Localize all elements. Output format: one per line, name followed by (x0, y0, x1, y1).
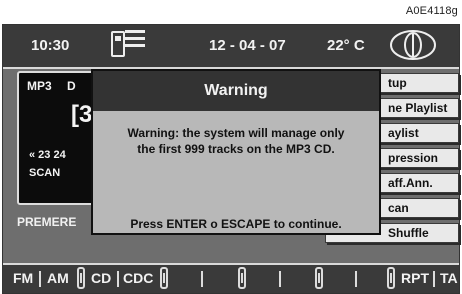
divider (355, 271, 357, 287)
source-am-button[interactable]: AM (47, 270, 69, 286)
dialog-message-line-1: Warning: the system will manage only (127, 126, 345, 140)
slot-icon (315, 267, 323, 289)
date-display: 12 - 04 - 07 (209, 37, 286, 54)
source-fm-button[interactable]: FM (13, 270, 33, 286)
source-cd-button[interactable]: CD (91, 270, 111, 286)
track-position: « 23 24 (29, 149, 66, 161)
divider (117, 271, 119, 287)
dialog-instruction: Press ENTER o ESCAPE to continue. (130, 217, 342, 231)
traffic-announce-button[interactable]: TA (440, 270, 458, 286)
clock: 10:30 (31, 37, 70, 54)
divider (201, 271, 203, 287)
format-label: MP3 (27, 79, 52, 93)
slot-icon (387, 267, 395, 289)
scan-status: SCAN (29, 167, 61, 179)
premere-label: PREMERE (17, 215, 77, 229)
track-number: [3 (71, 101, 93, 128)
source-cdc-button[interactable]: CDC (123, 270, 153, 286)
figure-reference: A0E4118g (405, 5, 458, 17)
temperature-display: 22° C (327, 37, 365, 54)
phone-icon (111, 31, 125, 57)
divider (279, 271, 281, 287)
slot-icon (77, 267, 85, 289)
fax-icon (125, 30, 145, 54)
dialog-title: Warning (93, 71, 379, 111)
repeat-button[interactable]: RPT (401, 270, 429, 286)
disc-label: D (67, 79, 76, 93)
divider (39, 271, 41, 287)
warning-dialog: Warning Warning: the system will manage … (91, 69, 381, 235)
slot-icon (160, 267, 168, 289)
dialog-message-line-2: the first 999 tracks on the MP3 CD. (137, 142, 335, 156)
source-bar: FM AM CD CDC RPT TA (3, 263, 459, 293)
brand-logo-icon (390, 30, 436, 60)
radio-display: 10:30 12 - 04 - 07 22° C MP3 D [3 « 23 2… (2, 24, 460, 294)
status-bar: 10:30 12 - 04 - 07 22° C (3, 25, 459, 69)
slot-icon (238, 267, 246, 289)
divider (433, 271, 435, 287)
dialog-message: Warning: the system will manage only the… (105, 125, 367, 157)
